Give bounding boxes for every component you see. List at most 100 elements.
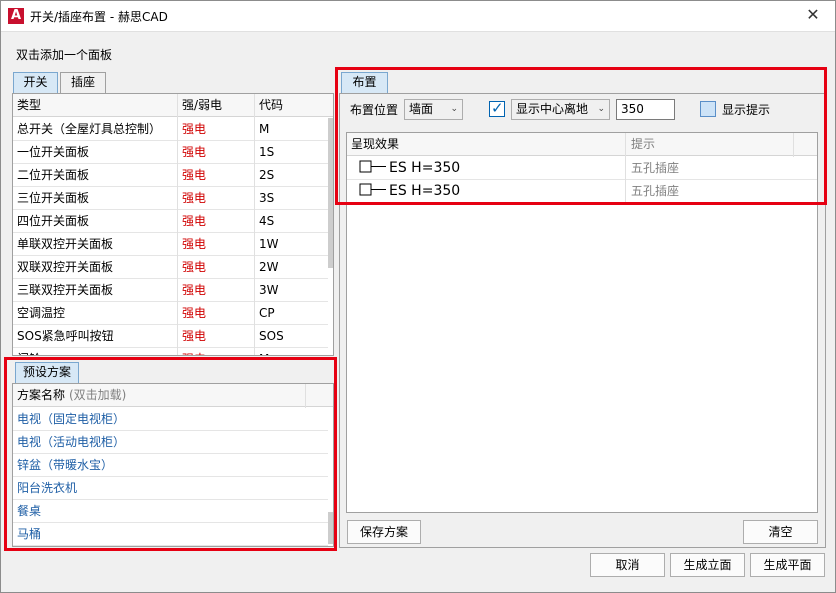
socket-symbol-icon <box>359 183 386 196</box>
instruction-text: 双击添加一个面板 <box>16 48 113 62</box>
row-code: 3S <box>259 191 275 205</box>
preset-header-row: 方案名称 (双击加载) <box>13 384 333 407</box>
row-type: SOS紧急呼叫按钮 <box>17 329 114 343</box>
generate-plan-button[interactable]: 生成平面 <box>750 553 825 577</box>
cancel-button[interactable]: 取消 <box>590 553 665 577</box>
result-hint: 五孔插座 <box>631 184 680 198</box>
chevron-down-icon: ⌄ <box>450 104 458 114</box>
preset-scrollbar[interactable] <box>328 512 333 544</box>
chevron-down-icon: ⌄ <box>597 104 605 114</box>
clear-button[interactable]: 清空 <box>743 520 818 544</box>
preset-item[interactable]: 马桶 <box>13 523 328 546</box>
row-type: 空调温控 <box>17 306 66 320</box>
preset-item-label: 马桶 <box>17 527 42 541</box>
row-code: 1W <box>259 237 279 251</box>
table-row[interactable]: 单联双控开关面板 强电 1W <box>13 233 328 256</box>
result-table: 呈现效果 提示 ES H=350 五孔插座 ES H=350 五孔插座 <box>346 132 818 513</box>
tab-socket[interactable]: 插座 <box>60 72 106 93</box>
row-power: 强电 <box>182 145 207 159</box>
column-header-type[interactable]: 类型 <box>13 94 178 117</box>
preset-list: 方案名称 (双击加载) 电视（固定电视柜） 电视（活动电视柜） 锌盆（带暖水宝） 阳台… <box>12 383 334 547</box>
row-power: 强电 <box>182 283 207 297</box>
table-row[interactable]: 总开关（全屋灯具总控制） 强电 M <box>13 118 328 141</box>
show-hint-checkbox[interactable] <box>700 101 716 117</box>
socket-symbol-icon <box>359 160 386 173</box>
result-hint: 五孔插座 <box>631 161 680 175</box>
row-type: 四位开关面板 <box>17 214 90 228</box>
position-label: 布置位置 <box>350 103 399 117</box>
result-effect-label: ES H=350 <box>389 183 461 199</box>
row-power: 强电 <box>182 214 207 228</box>
row-power: 强电 <box>182 237 207 251</box>
preset-item[interactable]: 阳台洗衣机 <box>13 477 328 500</box>
preset-item-label: 电视（活动电视柜） <box>17 435 126 449</box>
show-center-checkbox[interactable]: ✓ <box>489 99 505 117</box>
row-code: 1S <box>259 145 275 159</box>
preset-item[interactable]: 电视（固定电视柜） <box>13 408 328 431</box>
column-header-hint[interactable]: 提示 <box>627 133 795 156</box>
row-code: 3W <box>259 283 279 297</box>
column-header-code[interactable]: 代码 <box>255 94 333 117</box>
row-code: 2S <box>259 168 275 182</box>
table-row[interactable]: 三位开关面板 强电 3S <box>13 187 328 210</box>
position-select-value: 墙面 <box>409 102 434 116</box>
row-code: 2W <box>259 260 279 274</box>
result-effect-label: ES H=350 <box>389 160 461 176</box>
preset-item-label: 阳台洗衣机 <box>17 481 78 495</box>
row-power: 强电 <box>182 260 207 274</box>
close-button[interactable]: ✕ <box>790 0 836 32</box>
preset-item-label: 餐桌 <box>17 504 42 518</box>
title-bar: A 开关/插座布置 - 赫思CAD ✕ <box>0 0 836 32</box>
result-header-row: 呈现效果 提示 <box>347 133 817 156</box>
tab-switch[interactable]: 开关 <box>13 72 58 93</box>
table-row[interactable]: 四位开关面板 强电 4S <box>13 210 328 233</box>
row-code: SOS <box>259 329 284 343</box>
preset-item[interactable]: 餐桌 <box>13 500 328 523</box>
preset-header-name: 方案名称 <box>17 388 66 402</box>
generate-elevation-button[interactable]: 生成立面 <box>670 553 745 577</box>
row-type: 三联双控开关面板 <box>17 283 114 297</box>
preset-item[interactable]: 锌盆（带暖水宝） <box>13 454 328 477</box>
save-preset-button[interactable]: 保存方案 <box>347 520 421 544</box>
position-select[interactable]: 墙面 ⌄ <box>404 99 463 120</box>
row-type: 二位开关面板 <box>17 168 90 182</box>
row-code: M <box>255 348 327 355</box>
show-hint-label: 显示提示 <box>722 103 771 117</box>
preset-item-label: 锌盆（带暖水宝） <box>17 458 114 472</box>
preset-header-hint: (双击加载) <box>69 388 127 402</box>
row-power: 强电 <box>182 191 207 205</box>
column-header-power[interactable]: 强/弱电 <box>178 94 255 117</box>
tab-preset[interactable]: 预设方案 <box>15 362 79 383</box>
row-type: 一位开关面板 <box>17 145 90 159</box>
row-code: 4S <box>259 214 275 228</box>
table-row[interactable]: 空调温控 强电 CP <box>13 302 328 325</box>
table-row[interactable]: 双联双控开关面板 强电 2W <box>13 256 328 279</box>
table-row[interactable]: SOS紧急呼叫按钮 强电 SOS <box>13 325 328 348</box>
table-row[interactable]: 门铃强电M <box>13 348 328 355</box>
window-title: 开关/插座布置 - 赫思CAD <box>30 10 168 24</box>
result-row[interactable]: ES H=350 五孔插座 <box>347 157 817 180</box>
switch-type-table: 类型 强/弱电 代码 总开关（全屋灯具总控制） 强电 M 一位开关面板 强电 1S 二位开关… <box>12 93 334 356</box>
row-power: 强电 <box>182 168 207 182</box>
row-code: M <box>259 122 270 136</box>
row-power: 强电 <box>182 122 207 136</box>
table-header-row: 类型 强/弱电 代码 <box>13 94 333 117</box>
row-type: 单联双控开关面板 <box>17 237 114 251</box>
checkmark-icon: ✓ <box>491 99 504 117</box>
preset-item[interactable]: 电视（活动电视柜） <box>13 431 328 454</box>
table-row[interactable]: 二位开关面板 强电 2S <box>13 164 328 187</box>
table-row[interactable]: 一位开关面板 强电 1S <box>13 141 328 164</box>
show-center-select-value: 显示中心离地 <box>516 102 589 116</box>
row-power: 强电 <box>178 348 254 355</box>
height-input[interactable]: 350 <box>616 99 675 120</box>
row-power: 强电 <box>182 306 207 320</box>
column-header-effect[interactable]: 呈现效果 <box>347 133 625 156</box>
switch-table-scrollbar[interactable] <box>328 118 333 268</box>
show-center-select[interactable]: 显示中心离地 ⌄ <box>511 99 610 120</box>
tab-layout[interactable]: 布置 <box>341 72 388 93</box>
result-row[interactable]: ES H=350 五孔插座 <box>347 180 817 203</box>
row-power: 强电 <box>182 329 207 343</box>
table-row[interactable]: 三联双控开关面板 强电 3W <box>13 279 328 302</box>
row-type: 双联双控开关面板 <box>17 260 114 274</box>
result-effect: ES H=350 <box>355 157 623 180</box>
